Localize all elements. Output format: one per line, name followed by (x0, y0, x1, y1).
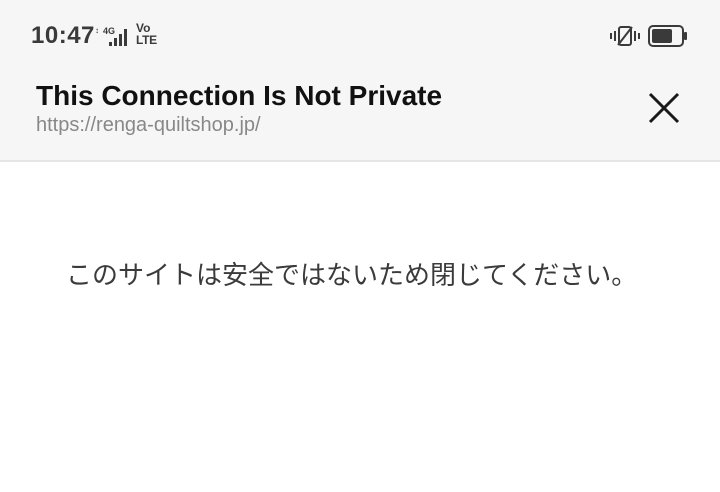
status-bar: 10:47 ↕ 4G Vo LTE (0, 0, 720, 68)
vibrate-icon (610, 24, 640, 53)
volte-bottom: LTE (136, 33, 157, 47)
battery-icon (648, 25, 688, 52)
close-button[interactable] (640, 84, 688, 132)
volte-indicator: Vo LTE (136, 22, 157, 46)
page-header: This Connection Is Not Private https://r… (0, 68, 720, 162)
status-time: 10:47 (31, 22, 95, 49)
close-icon (648, 92, 680, 124)
warning-message: このサイトは安全ではないため閉じてください。 (66, 261, 638, 291)
signal-icon: ↕ 4G (95, 24, 133, 53)
page-title: This Connection Is Not Private (36, 80, 443, 111)
svg-text:↕: ↕ (95, 26, 99, 35)
page-url: https://renga-quiltshop.jp/ (36, 114, 261, 136)
screen: 10:47 ↕ 4G Vo LTE This Connection Is Not… (0, 0, 720, 492)
network-label: 4G (103, 26, 115, 36)
